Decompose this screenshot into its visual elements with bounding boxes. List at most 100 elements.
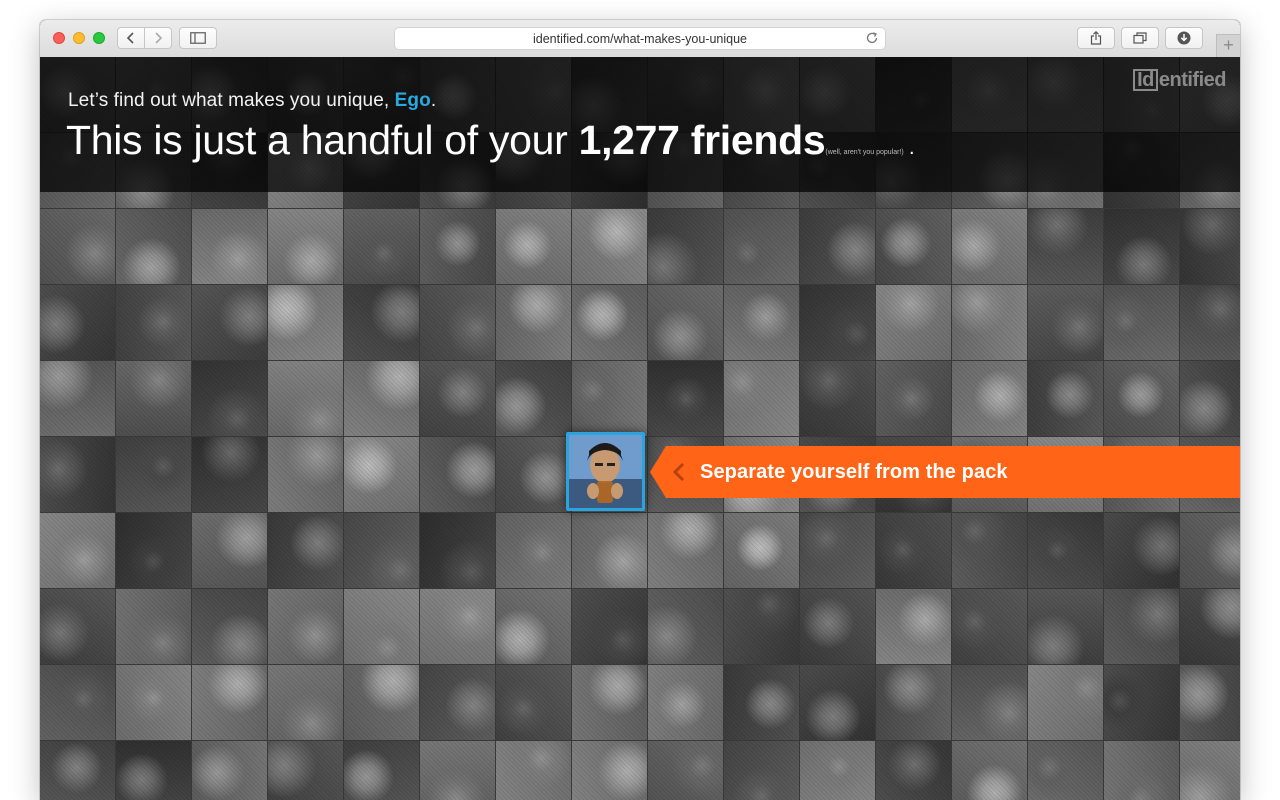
friend-photo bbox=[268, 513, 343, 588]
headline-before: This is just a handful of your bbox=[66, 117, 579, 163]
friend-photo bbox=[420, 741, 495, 800]
friend-photo bbox=[192, 361, 267, 436]
friend-photo bbox=[344, 513, 419, 588]
friend-photo bbox=[800, 209, 875, 284]
friend-photo bbox=[648, 285, 723, 360]
friend-photo bbox=[1028, 285, 1103, 360]
chevron-left-icon bbox=[126, 32, 134, 44]
friend-photo bbox=[724, 665, 799, 740]
friend-photo bbox=[1104, 285, 1179, 360]
friend-photo bbox=[1104, 589, 1179, 664]
friend-photo bbox=[496, 209, 571, 284]
friend-photo bbox=[344, 209, 419, 284]
friend-photo bbox=[1180, 209, 1240, 284]
friend-photo bbox=[116, 513, 191, 588]
friend-photo bbox=[876, 589, 951, 664]
friend-photo bbox=[952, 513, 1027, 588]
friend-photo bbox=[648, 741, 723, 800]
friend-photo bbox=[268, 361, 343, 436]
friend-photo bbox=[116, 437, 191, 512]
friend-photo bbox=[1028, 361, 1103, 436]
navigation-buttons bbox=[117, 27, 172, 49]
friend-photo bbox=[724, 513, 799, 588]
friend-photo bbox=[800, 513, 875, 588]
friend-photo bbox=[876, 665, 951, 740]
friend-photo bbox=[572, 209, 647, 284]
friend-photo bbox=[1180, 665, 1240, 740]
friend-photo bbox=[496, 361, 571, 436]
friend-photo bbox=[1028, 209, 1103, 284]
page-title: This is just a handful of your 1,277 fri… bbox=[66, 117, 915, 164]
friend-photo bbox=[876, 285, 951, 360]
headline-end: . bbox=[903, 137, 915, 159]
intro-text: Let’s find out what makes you unique, Eg… bbox=[68, 90, 436, 112]
friend-photo bbox=[420, 285, 495, 360]
friend-photo bbox=[1180, 741, 1240, 800]
friend-photo bbox=[116, 209, 191, 284]
friend-photo bbox=[952, 285, 1027, 360]
friend-photo bbox=[116, 285, 191, 360]
close-window-button[interactable] bbox=[53, 32, 65, 44]
friend-photo bbox=[648, 361, 723, 436]
friend-photo bbox=[40, 513, 115, 588]
plus-icon: + bbox=[1223, 35, 1234, 55]
friend-photo bbox=[268, 437, 343, 512]
downloads-button[interactable] bbox=[1165, 27, 1203, 49]
friend-photo bbox=[724, 589, 799, 664]
friend-photo bbox=[40, 741, 115, 800]
friend-photo bbox=[116, 589, 191, 664]
address-bar[interactable]: identified.com/what-makes-you-unique bbox=[394, 27, 886, 50]
friend-photo bbox=[1028, 665, 1103, 740]
friend-photo bbox=[800, 741, 875, 800]
friend-photo bbox=[40, 361, 115, 436]
friend-photo bbox=[1028, 513, 1103, 588]
friend-photo bbox=[40, 437, 115, 512]
friend-photo bbox=[1180, 513, 1240, 588]
friend-photo bbox=[952, 741, 1027, 800]
back-button[interactable] bbox=[118, 28, 144, 48]
friend-photo bbox=[648, 209, 723, 284]
friend-photo bbox=[192, 665, 267, 740]
friend-photo bbox=[572, 589, 647, 664]
sidebar-button[interactable] bbox=[179, 27, 217, 49]
friend-photo bbox=[192, 589, 267, 664]
friend-photo bbox=[420, 361, 495, 436]
header-band: Let’s find out what makes you unique, Eg… bbox=[40, 57, 1240, 192]
friend-photo bbox=[800, 285, 875, 360]
separate-callout[interactable]: Separate yourself from the pack bbox=[650, 446, 1240, 498]
friend-photo bbox=[344, 665, 419, 740]
friend-photo bbox=[268, 285, 343, 360]
friend-photo bbox=[344, 589, 419, 664]
friend-photo bbox=[496, 285, 571, 360]
friend-photo bbox=[724, 361, 799, 436]
friend-photo bbox=[952, 209, 1027, 284]
friend-photo bbox=[192, 741, 267, 800]
friend-photo bbox=[876, 361, 951, 436]
user-profile-photo[interactable] bbox=[566, 432, 645, 511]
url-text: identified.com/what-makes-you-unique bbox=[533, 31, 747, 46]
share-icon bbox=[1090, 31, 1102, 45]
friend-photo bbox=[952, 665, 1027, 740]
identified-logo[interactable]: Id entified bbox=[1133, 69, 1227, 92]
friend-photo bbox=[496, 741, 571, 800]
tabs-overview-button[interactable] bbox=[1121, 27, 1159, 49]
friend-photo bbox=[192, 285, 267, 360]
minimize-window-button[interactable] bbox=[73, 32, 85, 44]
friend-photo bbox=[572, 665, 647, 740]
friend-photo bbox=[192, 437, 267, 512]
logo-wordmark: entified bbox=[1158, 69, 1227, 91]
friend-photo bbox=[268, 589, 343, 664]
reload-icon[interactable] bbox=[865, 31, 879, 45]
maximize-window-button[interactable] bbox=[93, 32, 105, 44]
forward-button[interactable] bbox=[144, 28, 171, 48]
friend-photo bbox=[800, 589, 875, 664]
friend-photo bbox=[192, 513, 267, 588]
headline-aside: (well, aren't you popular!) bbox=[825, 149, 904, 156]
user-name: Ego bbox=[394, 90, 431, 111]
friend-photo bbox=[268, 209, 343, 284]
friend-photo bbox=[800, 361, 875, 436]
share-button[interactable] bbox=[1077, 27, 1115, 49]
callout-label: Separate yourself from the pack bbox=[700, 461, 1008, 483]
new-tab-button[interactable]: + bbox=[1216, 34, 1240, 57]
friend-photo bbox=[572, 741, 647, 800]
